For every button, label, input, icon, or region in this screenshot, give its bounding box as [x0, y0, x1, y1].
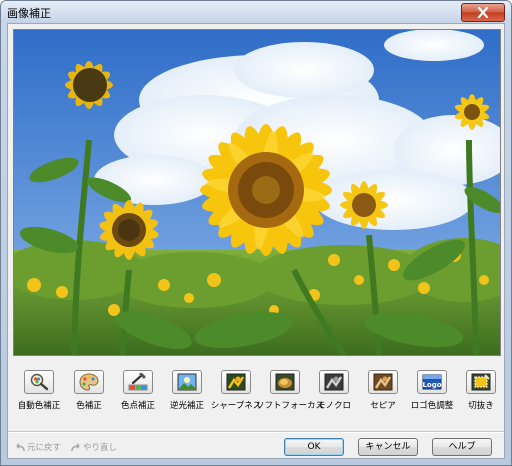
- window-title: 画像補正: [7, 7, 51, 20]
- tool-backlight[interactable]: 逆光補正: [164, 370, 212, 414]
- sepia-icon: [373, 373, 393, 391]
- redo-button[interactable]: やり直し: [70, 441, 117, 453]
- tool-color-point[interactable]: 色点補正: [115, 370, 163, 414]
- close-button[interactable]: [461, 3, 505, 22]
- palette-icon: [79, 373, 99, 391]
- monochrome-icon: [324, 373, 344, 391]
- redo-icon: [71, 443, 80, 452]
- correction-toolbar: 自動色補正 色補正 色点補正 逆光補正 シャープネス ソフトフォーカス モノクロ…: [16, 370, 500, 414]
- soft-focus-icon: [275, 373, 295, 391]
- logo-color-icon: Logo: [422, 374, 442, 390]
- tool-soft-focus[interactable]: ソフトフォーカス: [256, 370, 324, 414]
- footer-divider: [8, 431, 504, 433]
- color-button[interactable]: [74, 370, 104, 394]
- soft-focus-button[interactable]: [270, 370, 300, 394]
- tool-sepia[interactable]: セピア: [360, 370, 408, 414]
- tool-logo-color[interactable]: Logo ロゴ色調整: [409, 370, 457, 414]
- redo-label: やり直し: [83, 443, 118, 453]
- monochrome-button[interactable]: [319, 370, 349, 394]
- crop-icon: [471, 373, 491, 391]
- dialog-body: 自動色補正 色補正 色点補正 逆光補正 シャープネス ソフトフォーカス モノクロ…: [7, 23, 505, 459]
- undo-label: 元に戻す: [27, 443, 62, 453]
- title-bar: 画像補正: [1, 1, 511, 23]
- close-icon: [477, 7, 489, 18]
- tool-monochrome[interactable]: モノクロ: [311, 370, 359, 414]
- crop-button[interactable]: [466, 370, 496, 394]
- sharpness-icon: [226, 373, 246, 391]
- undo-button[interactable]: 元に戻す: [14, 441, 61, 453]
- ok-button[interactable]: OK: [284, 438, 344, 456]
- image-preview: [13, 29, 501, 356]
- cancel-button[interactable]: キャンセル: [358, 438, 418, 456]
- tool-crop[interactable]: 切抜き: [458, 370, 506, 414]
- tool-color[interactable]: 色補正: [66, 370, 114, 414]
- undo-icon: [16, 443, 25, 452]
- tool-auto-color[interactable]: 自動色補正: [16, 370, 64, 414]
- sunflower-photo: [14, 30, 500, 355]
- sepia-button[interactable]: [368, 370, 398, 394]
- sharpness-button[interactable]: [221, 370, 251, 394]
- logo-icon-text: Logo: [422, 381, 441, 389]
- color-point-button[interactable]: [123, 370, 153, 394]
- tool-sharpness[interactable]: シャープネス: [211, 370, 261, 414]
- image-correction-dialog: 画像補正 自動色補正 色補正 色点補正 逆光補正 シャープネス ソフトフォーカス…: [0, 0, 512, 466]
- magnifier-color-icon: [30, 373, 49, 391]
- backlight-photo-icon: [177, 373, 197, 391]
- logo-color-button[interactable]: Logo: [417, 370, 447, 394]
- tool-label: 切抜き: [468, 401, 494, 411]
- help-button[interactable]: ヘルプ: [432, 438, 492, 456]
- auto-color-button[interactable]: [24, 370, 54, 394]
- eyedropper-icon: [128, 373, 148, 391]
- backlight-button[interactable]: [172, 370, 202, 394]
